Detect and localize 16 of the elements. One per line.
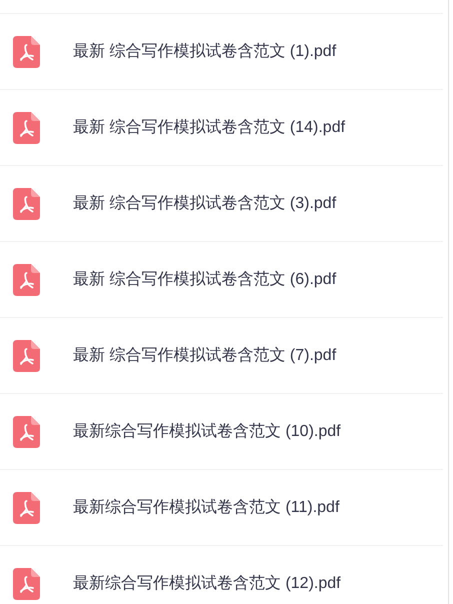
- file-name: 最新 综合写作模拟试卷含范文 (7).pdf: [73, 346, 336, 366]
- file-name: 最新综合写作模拟试卷含范文 (11).pdf: [73, 498, 340, 518]
- file-name: 最新 综合写作模拟试卷含范文 (14).pdf: [73, 118, 346, 138]
- pdf-icon: [13, 568, 40, 600]
- file-name: 最新 综合写作模拟试卷含范文 (1).pdf: [73, 42, 336, 62]
- file-name: 最新综合写作模拟试卷含范文 (10).pdf: [73, 422, 341, 442]
- pdf-icon: [13, 36, 40, 68]
- pdf-icon: [13, 492, 40, 524]
- pdf-icon: [13, 112, 40, 144]
- pdf-icon: [13, 340, 40, 372]
- file-name: 最新 综合写作模拟试卷含范文 (6).pdf: [73, 270, 336, 290]
- file-name: 最新综合写作模拟试卷含范文 (12).pdf: [73, 574, 341, 594]
- file-name: 最新 综合写作模拟试卷含范文 (3).pdf: [73, 194, 336, 214]
- pdf-icon: [13, 416, 40, 448]
- pdf-icon: [13, 188, 40, 220]
- pdf-icon: [13, 264, 40, 296]
